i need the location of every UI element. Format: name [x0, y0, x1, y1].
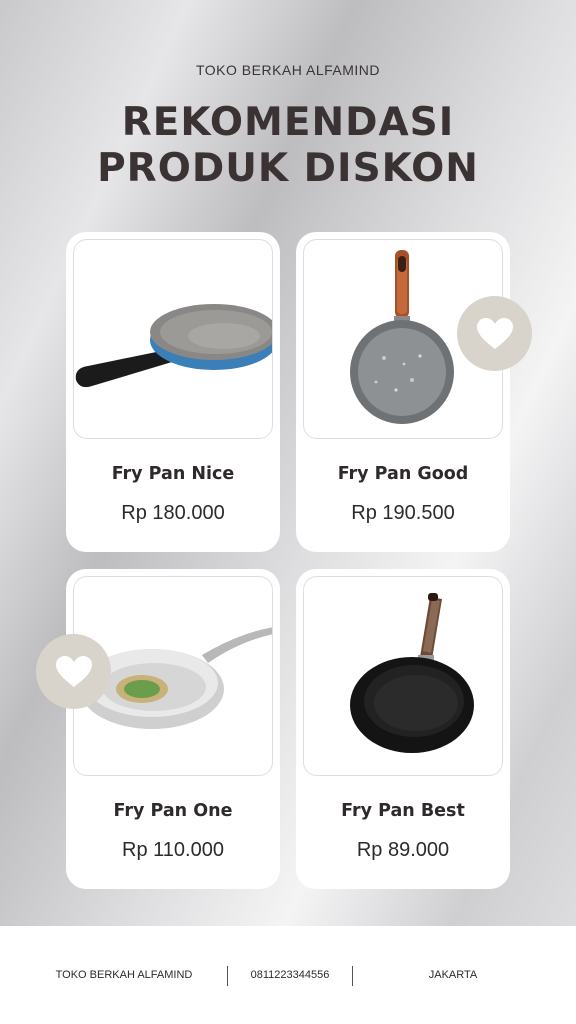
product-card-1[interactable]: Fry Pan Nice Rp 180.000 [66, 232, 280, 552]
product-image-4 [303, 576, 503, 776]
product-card-2[interactable]: Fry Pan Good Rp 190.500 [296, 232, 510, 552]
footer-divider-1 [227, 966, 228, 986]
product-price-4: Rp 89.000 [356, 839, 450, 861]
product-name-4: Fry Pan Best [341, 801, 465, 821]
product-name-3: Fry Pan One [113, 801, 233, 821]
product-price-1: Rp 180.000 [121, 502, 225, 524]
black-frying-pan-icon [350, 593, 474, 753]
product-name-1: Fry Pan Nice [111, 464, 235, 484]
product-name-2: Fry Pan Good [337, 464, 469, 484]
product-price-2: Rp 190.500 [351, 502, 455, 524]
footer-city: JAKARTA [428, 969, 478, 981]
footer-store-name: TOKO BERKAH ALFAMIND [55, 969, 193, 981]
favorite-badge-2[interactable] [36, 634, 111, 709]
heart-icon [476, 317, 513, 349]
store-name-top: TOKO BERKAH ALFAMIND [195, 62, 380, 78]
product-image-1 [73, 239, 273, 439]
footer-bar: TOKO BERKAH ALFAMIND 0811223344556 JAKAR… [0, 926, 576, 1024]
footer-phone[interactable]: 0811223344556 [230, 969, 350, 981]
product-card-4[interactable]: Fry Pan Best Rp 89.000 [296, 569, 510, 889]
headline-line-1: REKOMENDASI [121, 100, 455, 145]
product-card-3[interactable]: Fry Pan One Rp 110.000 [66, 569, 280, 889]
footer-divider-2 [352, 966, 353, 986]
product-price-3: Rp 110.000 [122, 839, 224, 861]
heart-icon [55, 655, 92, 687]
blue-frying-pan-icon [75, 304, 272, 388]
headline-line-2: PRODUK DISKON [97, 146, 479, 191]
favorite-badge-1[interactable] [457, 296, 532, 371]
